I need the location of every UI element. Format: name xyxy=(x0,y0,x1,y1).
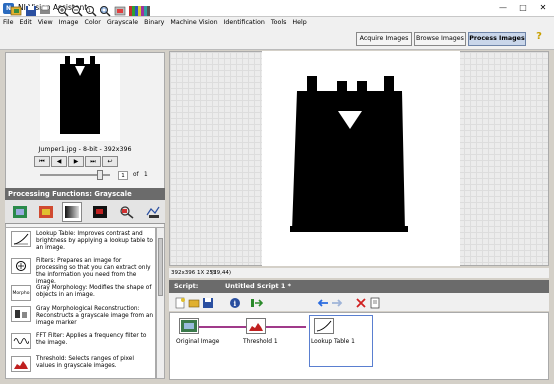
status-bar: 392x396 1X 255 (29,44) xyxy=(169,268,549,278)
loop-button[interactable]: ↩ xyxy=(102,156,118,167)
process-images-tab[interactable]: Process Images xyxy=(468,32,526,46)
step-label: Original Image xyxy=(176,339,220,345)
scrollbar-thumb[interactable] xyxy=(158,238,163,296)
list-item[interactable]: Threshold: Selects ranges of pixel value… xyxy=(9,356,154,378)
move-step-left-icon[interactable] xyxy=(316,296,329,309)
page-of-label: of xyxy=(133,172,139,178)
list-item[interactable]: Gray Morphological Reconstruction: Recon… xyxy=(9,306,154,332)
maximize-icon[interactable]: □ xyxy=(513,0,533,16)
zoom-fit-icon[interactable]: 1 xyxy=(84,4,98,18)
script-header: Script: Untitled Script 1 * xyxy=(169,280,549,293)
zoom-out-icon[interactable] xyxy=(70,4,84,18)
open-script-icon[interactable] xyxy=(187,296,200,309)
menu-machine-vision[interactable]: Machine Vision xyxy=(167,17,220,28)
first-image-button[interactable]: ⏮ xyxy=(34,156,50,167)
thumbnail-image[interactable] xyxy=(40,54,120,141)
menu-binary[interactable]: Binary xyxy=(141,17,167,28)
menu-grayscale[interactable]: Grayscale xyxy=(104,17,141,28)
original-image-icon xyxy=(181,320,197,332)
zoom-window-icon[interactable] xyxy=(98,4,112,18)
new-script-icon[interactable] xyxy=(173,296,186,309)
step-original-image[interactable] xyxy=(179,318,199,334)
gray-morphology-icon: Morpho xyxy=(11,285,31,301)
menu-identification[interactable]: Identification xyxy=(221,17,268,28)
image-caption: Jumper1.jpg - 8-bit - 392x396 xyxy=(38,146,132,153)
identification-tab[interactable] xyxy=(143,202,163,222)
script-info-icon[interactable]: i xyxy=(228,296,241,309)
menu-view[interactable]: View xyxy=(35,17,56,28)
image-canvas[interactable] xyxy=(262,51,460,266)
menu-edit[interactable]: Edit xyxy=(17,17,35,28)
step-label: Threshold 1 xyxy=(243,339,278,345)
page-number-input[interactable]: 1 xyxy=(118,171,128,180)
color-functions-tab[interactable] xyxy=(36,202,56,222)
cursor-coordinates: (29,44) xyxy=(211,270,232,276)
zoom-in-icon[interactable] xyxy=(56,4,70,18)
svg-text:1: 1 xyxy=(88,8,91,14)
function-description: Gray Morphology: Modifies the shape of o… xyxy=(36,285,152,298)
step-properties-icon[interactable] xyxy=(368,296,381,309)
function-description: Lookup Table: Improves contrast and brig… xyxy=(36,231,153,251)
image-size-status: 392x396 1X 255 xyxy=(171,270,217,276)
processing-functions-header: Processing Functions: Grayscale xyxy=(5,188,165,200)
move-step-right-icon[interactable] xyxy=(330,296,343,309)
browse-images-tab[interactable]: Browse Images xyxy=(414,32,466,46)
next-image-button[interactable]: ▶ xyxy=(68,156,84,167)
close-icon[interactable]: ✕ xyxy=(533,0,553,16)
page-total: 1 xyxy=(144,172,148,178)
save-icon[interactable] xyxy=(24,4,38,18)
function-description: FFT Filter: Applies a frequency filter t… xyxy=(36,333,147,346)
function-list: Lookup Table: Improves contrast and brig… xyxy=(5,227,156,379)
gray-reconstruction-icon xyxy=(11,306,31,322)
menu-bar: File Edit View Image Color Grayscale Binary Mac… xyxy=(0,17,554,28)
threshold-icon xyxy=(249,323,263,331)
script-name: Untitled Script 1 * xyxy=(225,282,292,290)
save-script-icon[interactable] xyxy=(201,296,214,309)
minimize-icon[interactable]: — xyxy=(493,0,513,16)
delete-step-icon[interactable] xyxy=(354,296,367,309)
fft-filter-icon xyxy=(11,333,31,349)
print-icon[interactable] xyxy=(38,4,52,18)
binary-functions-tab[interactable] xyxy=(90,202,110,222)
threshold-icon xyxy=(11,356,31,372)
grayscale-functions-tab[interactable] xyxy=(62,202,82,222)
menu-help[interactable]: Help xyxy=(289,17,309,28)
function-description: Threshold: Selects ranges of pixel value… xyxy=(36,356,134,369)
lookup-table-icon xyxy=(11,231,31,247)
previous-image-button[interactable]: ◀ xyxy=(51,156,67,167)
menu-image[interactable]: Image xyxy=(56,17,82,28)
machine-vision-tab[interactable] xyxy=(117,202,137,222)
acquire-images-tab[interactable]: Acquire Images xyxy=(356,32,412,46)
image-slider-thumb[interactable] xyxy=(97,170,103,180)
function-description: Filters: Prepares an image for processin… xyxy=(36,258,151,285)
list-item[interactable]: Morpho Gray Morphology: Modifies the sha… xyxy=(9,285,154,303)
list-item[interactable]: Filters: Prepares an image for processin… xyxy=(9,258,154,285)
acquire-image-icon[interactable] xyxy=(9,4,23,18)
last-image-button[interactable]: ⏭ xyxy=(85,156,101,167)
menu-color[interactable]: Color xyxy=(81,17,103,28)
step-label: Lookup Table 1 xyxy=(311,339,355,345)
palette-icon[interactable] xyxy=(128,4,152,18)
menu-tools[interactable]: Tools xyxy=(268,17,290,28)
list-item[interactable]: FFT Filter: Applies a frequency filter t… xyxy=(9,333,154,353)
run-script-icon[interactable] xyxy=(250,296,263,309)
help-icon[interactable]: ? xyxy=(532,31,546,47)
step-lookup-table[interactable] xyxy=(314,318,334,334)
svg-text:i: i xyxy=(233,299,236,308)
filters-icon xyxy=(11,258,31,274)
image-tools-icon[interactable] xyxy=(113,4,127,18)
lookup-table-icon xyxy=(316,320,332,332)
menu-file[interactable]: File xyxy=(0,17,17,28)
function-list-scrollbar[interactable] xyxy=(156,227,165,379)
list-item[interactable]: Lookup Table: Improves contrast and brig… xyxy=(9,231,154,257)
step-threshold[interactable] xyxy=(246,318,266,334)
function-description: Gray Morphological Reconstruction: Recon… xyxy=(36,306,154,326)
script-label: Script: xyxy=(174,282,199,290)
image-functions-tab[interactable] xyxy=(10,202,30,222)
